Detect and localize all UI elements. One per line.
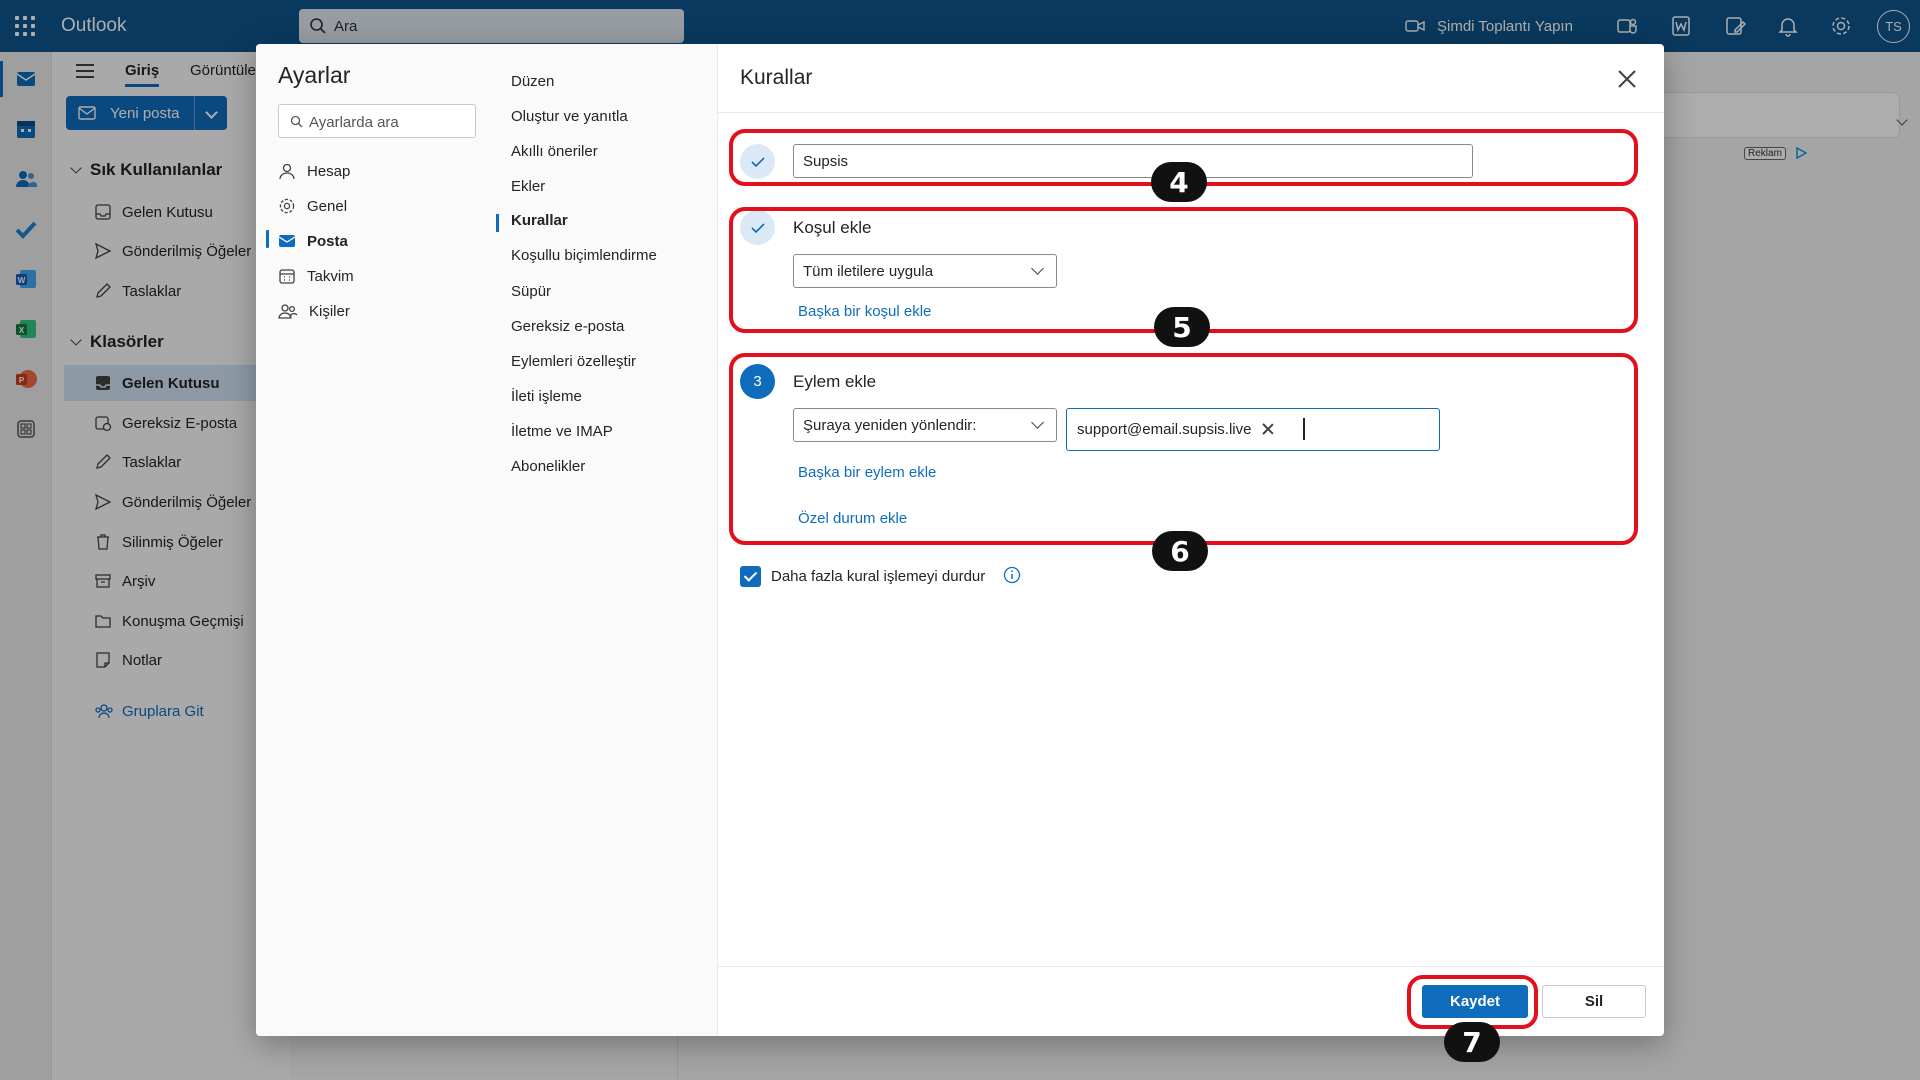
settings-category-mail[interactable]: Posta bbox=[278, 228, 348, 254]
subcategory-customize-actions[interactable]: Eylemleri özelleştir bbox=[511, 353, 636, 377]
subcategory-layout[interactable]: Düzen bbox=[511, 73, 554, 97]
people-icon bbox=[278, 304, 298, 319]
category-label: Hesap bbox=[307, 162, 351, 180]
category-label: Posta bbox=[307, 232, 348, 250]
subcategory-compose-reply[interactable]: Oluştur ve yanıtla bbox=[511, 108, 628, 132]
mail-icon bbox=[278, 235, 296, 247]
settings-search-field[interactable] bbox=[309, 112, 469, 132]
step-badge-6: 6 bbox=[1152, 531, 1208, 571]
subcategory-rules[interactable]: Kurallar bbox=[511, 212, 568, 236]
step-badge-5: 5 bbox=[1154, 307, 1210, 347]
close-icon[interactable] bbox=[1614, 66, 1640, 92]
subcategory-sweep[interactable]: Süpür bbox=[511, 283, 551, 307]
gear-icon bbox=[279, 198, 295, 214]
highlight-save bbox=[1407, 975, 1538, 1029]
calendar-icon bbox=[279, 269, 295, 284]
step-badge-4: 4 bbox=[1151, 162, 1207, 202]
subcategory-attachments[interactable]: Ekler bbox=[511, 178, 545, 202]
person-icon bbox=[279, 163, 295, 180]
divider bbox=[718, 966, 1664, 967]
category-label: Takvim bbox=[307, 267, 354, 285]
subcategory-message-handling[interactable]: İleti işleme bbox=[511, 388, 582, 412]
stop-processing-label: Daha fazla kural işlemeyi durdur bbox=[771, 568, 986, 585]
category-label: Genel bbox=[307, 197, 348, 215]
highlight-action bbox=[729, 353, 1638, 545]
divider bbox=[718, 112, 1664, 113]
settings-category-account[interactable]: Hesap bbox=[278, 158, 350, 184]
stop-processing-checkbox[interactable] bbox=[740, 566, 761, 587]
step-badge-7: 7 bbox=[1444, 1022, 1500, 1062]
category-label: Kişiler bbox=[309, 302, 350, 320]
search-icon bbox=[290, 115, 303, 128]
rules-title: Kurallar bbox=[740, 66, 813, 89]
subcategory-subscriptions[interactable]: Abonelikler bbox=[511, 458, 585, 482]
settings-search-input[interactable] bbox=[278, 104, 476, 138]
settings-category-calendar[interactable]: Takvim bbox=[278, 263, 354, 289]
info-icon[interactable] bbox=[1003, 566, 1021, 584]
subcategory-selection-indicator bbox=[496, 214, 499, 232]
subcategory-conditional-formatting[interactable]: Koşullu biçimlendirme bbox=[511, 247, 657, 271]
subcategory-forwarding-imap[interactable]: İletme ve IMAP bbox=[511, 423, 613, 447]
delete-button[interactable]: Sil bbox=[1542, 985, 1646, 1018]
settings-category-people[interactable]: Kişiler bbox=[278, 298, 350, 324]
settings-title: Ayarlar bbox=[278, 62, 351, 88]
subcategory-junk-email[interactable]: Gereksiz e-posta bbox=[511, 318, 624, 342]
subcategory-smart-suggestions[interactable]: Akıllı öneriler bbox=[511, 143, 598, 167]
category-selection-indicator bbox=[266, 230, 269, 248]
settings-category-general[interactable]: Genel bbox=[278, 193, 347, 219]
